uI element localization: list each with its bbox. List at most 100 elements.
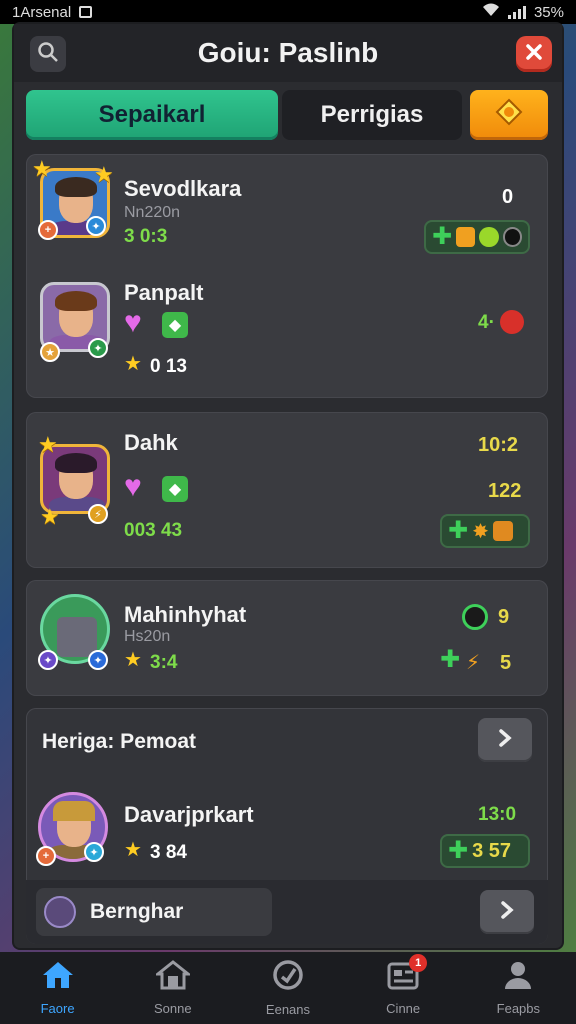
player-value-mid: 122 (488, 480, 522, 502)
bolt-icon: ⚡ (466, 652, 481, 674)
skill-icon: ✦ (84, 842, 104, 862)
player-score: 3 0:3 (124, 226, 168, 247)
section-next-button[interactable] (478, 718, 532, 762)
star-icon: ★ (124, 353, 142, 375)
nav-profile[interactable]: Feapbs (468, 960, 568, 1016)
notification-badge: 1 (409, 954, 428, 972)
star-icon: ★ (124, 839, 142, 861)
player-value-bottom: 5 (500, 652, 512, 674)
nav-target[interactable]: Eenans (238, 959, 338, 1017)
player-name: Panpalt (124, 280, 204, 305)
player-score: 3 84 (150, 842, 187, 863)
plus-icon: ✚ (448, 517, 469, 544)
player-card-3[interactable]: ✦ ✦ Mahinhyhat Hs20n ★ 3:4 9 ✚ ⚡ 5 (26, 580, 548, 696)
star-icon: ★ (32, 156, 52, 181)
wifi-icon (482, 3, 500, 21)
heart-shield-icon (456, 227, 476, 247)
battery-label: 35% (533, 3, 564, 21)
star-icon: ★ (40, 504, 60, 529)
skill-icon: ✦ (86, 216, 106, 236)
player-value-top: 10:2 (478, 434, 519, 456)
heart-icon: ♥ (124, 306, 142, 339)
player-value: 13:0 (478, 804, 517, 825)
shield-icon (492, 521, 513, 541)
player-name: Davarjprkart (124, 802, 254, 827)
close-icon (525, 43, 543, 66)
player-value: 4· (478, 312, 495, 333)
boost-icon: ◆ (162, 476, 188, 502)
status-bar: 1Arsenal 35% (0, 0, 576, 24)
chevron-right-icon (499, 900, 515, 925)
player-card-1[interactable]: ★ ★ + ✦ Sevodlkara Nn220n 3 0:3 0 ✚ ★ ✦ … (26, 154, 548, 398)
nav-home[interactable]: Faore (8, 960, 108, 1016)
player-sub: Hs20n (124, 628, 171, 645)
player-name: Mahinhyhat (124, 602, 247, 627)
header-bar: Goiu: Paslinb (14, 24, 562, 82)
gem-icon (495, 98, 523, 133)
footer-next-button[interactable] (480, 890, 534, 934)
red-gem-icon (500, 310, 524, 334)
heart-icon: ♥ (124, 470, 142, 503)
star-icon: ★ (124, 649, 142, 671)
rank-icon: ✦ (38, 650, 58, 670)
carrier-label: 1Arsenal (12, 3, 72, 21)
nav-news[interactable]: 1 Cinne (353, 954, 453, 1016)
player-score: 3:4 (150, 652, 178, 673)
nav-label: Sonne (153, 1001, 192, 1016)
nav-label: Cinne (386, 1001, 421, 1016)
page-title: Goiu: Paslinb (197, 37, 379, 68)
star-icon: ★ (38, 432, 58, 457)
tab-bar: Sepaikarl Perrigias (26, 90, 548, 140)
profile-icon (503, 960, 533, 995)
reward-pill[interactable]: ✚ ✸ (440, 514, 530, 548)
search-icon (37, 41, 59, 68)
plus-icon: ✚ (448, 837, 469, 864)
gem-tab-button[interactable] (470, 90, 548, 140)
player-value-top: 9 (498, 606, 510, 628)
rank-icon: + (36, 846, 56, 866)
pill-value: 3 57 (472, 839, 512, 862)
main-panel: Goiu: Paslinb Sepaikarl Perrigias ★ ★ + … (14, 24, 562, 948)
boost-icon: ◆ (162, 312, 188, 338)
skill-icon: ✦ (88, 338, 108, 358)
reward-pill[interactable]: ✚ 3 57 (440, 834, 530, 868)
clock-icon (502, 227, 522, 247)
bonus-icon: ✸ (472, 520, 489, 543)
player-score: 0 13 (150, 356, 187, 377)
coin-icon (479, 227, 499, 247)
notification-icon (79, 6, 93, 18)
refresh-icon (462, 604, 488, 630)
player-value: 0 (502, 186, 514, 208)
close-button[interactable] (516, 36, 552, 72)
target-icon (272, 959, 304, 996)
player-card-2[interactable]: ★ ★ ⚡ Dahk ♥ ◆ 003 43 10:2 122 ✚ ✸ (26, 412, 548, 568)
nav-label: Feapbs (496, 1001, 541, 1016)
rank-icon: ★ (40, 342, 60, 362)
skill-icon: ✦ (88, 650, 108, 670)
search-button[interactable] (30, 36, 66, 72)
tab-sepaikarl[interactable]: Sepaikarl (26, 90, 278, 140)
section-title: Heriga: Pemoat (42, 730, 197, 753)
nav-label: Eenans (265, 1002, 311, 1017)
store-icon (153, 960, 193, 995)
reward-pill[interactable]: ✚ (424, 220, 530, 254)
clock-icon (44, 896, 76, 928)
footer-label: Bernghar (90, 900, 184, 923)
chevron-right-icon (497, 728, 513, 753)
skill-icon: ⚡ (88, 504, 108, 524)
player-name: Dahk (124, 430, 178, 455)
plus-icon: ✚ (432, 223, 453, 250)
star-icon: ★ (94, 162, 114, 187)
bottom-nav: Faore Sonne Eenans 1 Cinne Feapbs (0, 952, 576, 1024)
player-sub: Nn220n (124, 204, 181, 221)
rank-icon: + (38, 220, 58, 240)
nav-label: Faore (40, 1001, 75, 1016)
plus-icon: ✚ (440, 646, 461, 673)
player-score: 003 43 (124, 520, 183, 541)
nav-store[interactable]: Sonne (123, 960, 223, 1016)
home-icon (41, 960, 75, 995)
section-card: Heriga: Pemoat + ✦ Davarjprkart ★ 3 84 1… (26, 708, 548, 944)
tab-perrigias[interactable]: Perrigias (282, 90, 462, 140)
player-name: Sevodlkara (124, 176, 242, 201)
bernghar-button[interactable]: Bernghar (36, 888, 272, 936)
